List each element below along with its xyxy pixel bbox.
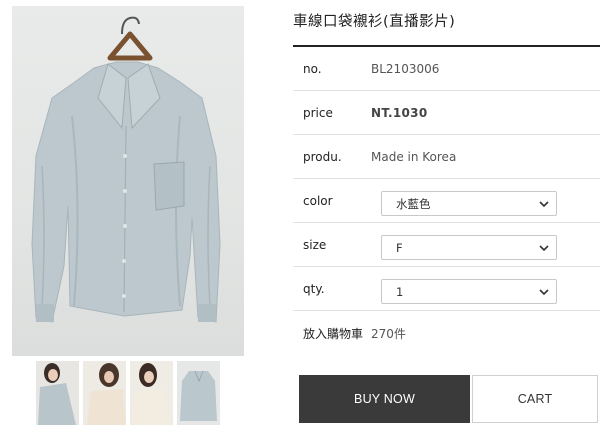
origin-label: produ. bbox=[303, 149, 342, 164]
row-size: size F bbox=[293, 223, 600, 267]
product-spec-table: no. BL2103006 price NT.1030 produ. Made … bbox=[293, 47, 600, 355]
chevron-down-icon bbox=[539, 201, 549, 208]
row-cart-count: 放入購物車 270件 bbox=[293, 311, 600, 355]
thumbnail-strip bbox=[36, 361, 220, 425]
thumbnail-3[interactable] bbox=[130, 361, 173, 425]
product-title: 車線口袋襯衫(直播影片) bbox=[293, 14, 456, 30]
quantity-label: qty. bbox=[303, 281, 325, 296]
row-origin: produ. Made in Korea bbox=[293, 135, 600, 179]
price-value: NT.1030 bbox=[371, 105, 428, 120]
price-label: price bbox=[303, 105, 333, 120]
chevron-down-icon bbox=[539, 289, 549, 296]
shirt-illustration bbox=[31, 16, 221, 323]
size-selected-value: F bbox=[396, 240, 403, 255]
cart-count-label: 放入購物車 bbox=[303, 326, 364, 341]
row-quantity: qty. 1 bbox=[293, 267, 600, 311]
row-product-number: no. BL2103006 bbox=[293, 47, 600, 91]
color-selected-value: 水藍色 bbox=[396, 196, 431, 211]
row-color: color 水藍色 bbox=[293, 179, 600, 223]
product-number-label: no. bbox=[303, 61, 322, 76]
main-product-image[interactable] bbox=[12, 6, 244, 356]
thumbnail-4[interactable] bbox=[177, 361, 220, 425]
buy-now-button[interactable]: BUY NOW bbox=[299, 375, 470, 423]
origin-value: Made in Korea bbox=[371, 149, 457, 164]
color-select[interactable]: 水藍色 bbox=[381, 191, 557, 216]
quantity-select[interactable]: 1 bbox=[381, 279, 557, 304]
color-label: color bbox=[303, 193, 333, 208]
cart-count-value: 270件 bbox=[371, 326, 406, 341]
thumbnail-1[interactable] bbox=[36, 361, 79, 425]
add-to-cart-button[interactable]: CART bbox=[472, 375, 598, 423]
thumbnail-2[interactable] bbox=[83, 361, 126, 425]
size-label: size bbox=[303, 237, 327, 252]
quantity-selected-value: 1 bbox=[396, 284, 404, 299]
product-number-value: BL2103006 bbox=[371, 61, 440, 76]
row-price: price NT.1030 bbox=[293, 91, 600, 135]
size-select[interactable]: F bbox=[381, 235, 557, 260]
chevron-down-icon bbox=[539, 245, 549, 252]
